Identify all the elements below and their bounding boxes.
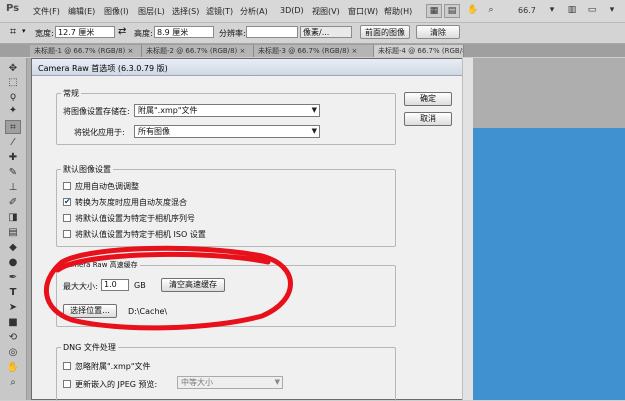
red-annotation-ellipse bbox=[44, 245, 293, 331]
annotation-layer bbox=[44, 245, 293, 331]
